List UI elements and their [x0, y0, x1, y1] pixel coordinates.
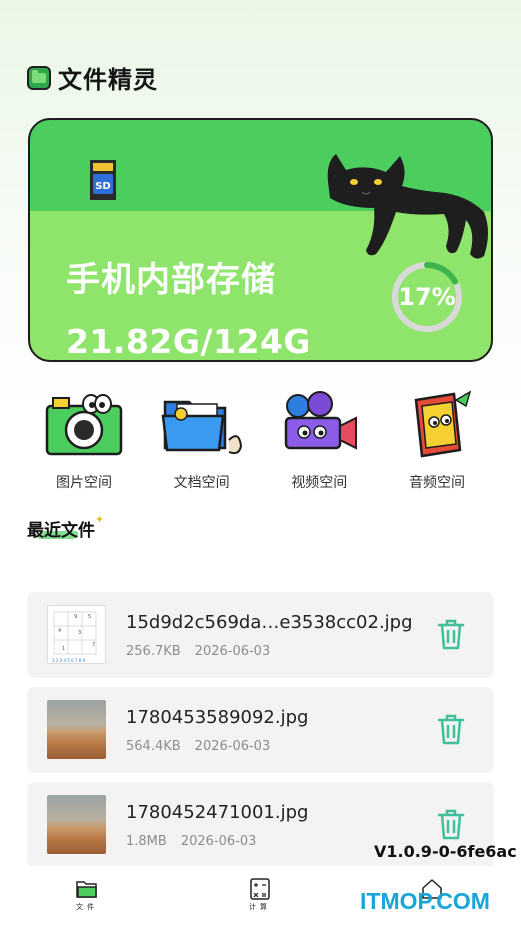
folder-icon [76, 881, 97, 898]
nav-label: 计算 [249, 903, 271, 911]
svg-text:4: 4 [58, 628, 61, 634]
camera-icon [45, 394, 123, 456]
category-videos[interactable]: 视频空间 [263, 390, 375, 492]
file-row[interactable]: 9 5 4 3 7 1 1 2 3 4 5 6 7 8 9 15d9d2c569da…… [27, 592, 494, 678]
folder-icon [27, 65, 51, 90]
svg-text:7: 7 [92, 642, 95, 648]
svg-text:3: 3 [78, 630, 81, 636]
category-label: 视频空间 [291, 475, 348, 491]
music-book-icon [414, 390, 472, 458]
storage-usage: 21.82G/124G [66, 322, 311, 361]
category-audio[interactable]: 音频空间 [381, 390, 493, 492]
app-header: 文件精灵 [27, 60, 158, 95]
calculator-icon [250, 878, 270, 900]
file-row[interactable]: 1780453589092.jpg 564.4KB 2026-06-03 [27, 687, 494, 773]
category-documents[interactable]: 文档空间 [146, 390, 258, 492]
recent-files-title: 最近文件 [27, 521, 95, 541]
file-date: 2026-06-03 [194, 739, 271, 754]
nav-label: 文件 [76, 903, 98, 911]
storage-percent: 17% [398, 283, 456, 311]
file-thumbnail: 9 5 4 3 7 1 1 2 3 4 5 6 7 8 9 [47, 605, 106, 664]
svg-text:9: 9 [74, 614, 77, 620]
trash-icon[interactable] [436, 807, 466, 841]
app-title: 文件精灵 [58, 66, 158, 94]
category-images[interactable]: 图片空间 [28, 390, 140, 492]
category-label: 图片空间 [56, 475, 112, 491]
file-name: 1780453589092.jpg [126, 707, 309, 728]
svg-text:1: 1 [62, 646, 65, 652]
file-meta: 256.7KB 2026-06-03 [126, 644, 270, 659]
file-size: 256.7KB [126, 644, 181, 659]
svg-text:5: 5 [88, 614, 91, 620]
file-size: 1.8MB [126, 834, 167, 849]
svg-text:SD: SD [95, 181, 111, 192]
storage-label: 手机内部存储 [66, 260, 276, 300]
nav-item-calculator[interactable]: 计算 [240, 878, 280, 912]
sparkle-icon: ✦ [95, 513, 105, 526]
trash-icon[interactable] [436, 617, 466, 651]
file-name: 1780452471001.jpg [126, 802, 309, 823]
file-meta: 564.4KB 2026-06-03 [126, 739, 270, 754]
trash-icon[interactable] [436, 712, 466, 746]
file-date: 2026-06-03 [194, 644, 271, 659]
cat-illustration [327, 154, 488, 259]
folder-icon [161, 400, 242, 455]
video-camera-icon [285, 391, 358, 450]
file-name: 15d9d2c569da…e3538cc02.jpg [126, 612, 413, 633]
file-thumbnail [47, 795, 106, 854]
version-label: V1.0.9-0-6fe6ac [374, 842, 517, 861]
category-grid: 图片空间 文档空间 视频空间 音频空间 [28, 390, 493, 492]
sd-card-icon: SD [90, 160, 116, 200]
file-date: 2026-06-03 [180, 834, 257, 849]
category-label: 音频空间 [408, 475, 465, 491]
svg-text:1 2 3 4 5 6 7 8 9: 1 2 3 4 5 6 7 8 9 [52, 658, 86, 663]
storage-card[interactable]: SD 手机内部存储 21.82G/124G 17% [28, 118, 493, 362]
nav-item-files[interactable]: 文件 [67, 878, 107, 912]
category-label: 文档空间 [173, 475, 230, 491]
watermark: ITMOP.COM [360, 888, 490, 914]
file-size: 564.4KB [126, 739, 181, 754]
file-thumbnail [47, 700, 106, 759]
file-meta: 1.8MB 2026-06-03 [126, 834, 256, 849]
recent-file-list: 9 5 4 3 7 1 1 2 3 4 5 6 7 8 9 15d9d2c569da…… [27, 592, 494, 877]
